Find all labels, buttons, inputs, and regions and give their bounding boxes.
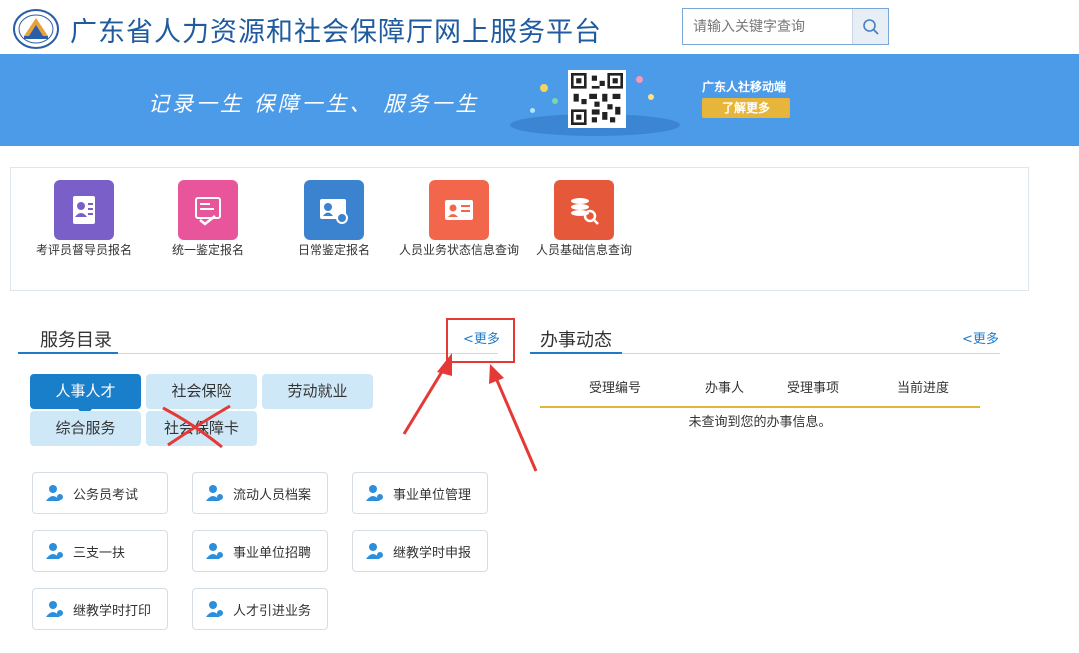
- learn-more-button[interactable]: 了解更多: [702, 98, 790, 118]
- service-label: 人才引进业务: [233, 603, 312, 619]
- person-icon: [366, 485, 383, 501]
- quick-service-label: 人员业务状态信息查询: [398, 243, 519, 257]
- banner-decoration: [530, 108, 535, 113]
- service-public-institution-recruitment[interactable]: 事业单位招聘: [192, 530, 328, 572]
- annotation-arrow: [489, 364, 538, 472]
- service-catalog-underline: [18, 352, 118, 354]
- search-button[interactable]: [852, 9, 888, 44]
- service-civil-servant-exam[interactable]: 公务员考试: [32, 472, 168, 514]
- quick-service-icon-bg: [429, 180, 489, 240]
- dynamics-underline: [530, 352, 622, 354]
- certificate-icon: [195, 197, 221, 226]
- service-continuing-education-hours-print[interactable]: 继教学时打印: [32, 588, 168, 630]
- service-label: 公务员考试: [73, 487, 139, 503]
- person-icon: [366, 543, 383, 559]
- person-icon: [206, 485, 223, 501]
- service-floating-personnel-files[interactable]: 流动人员档案: [192, 472, 328, 514]
- service-catalog-title: 服务目录: [40, 330, 112, 351]
- quick-service-label: 考评员督导员报名: [35, 243, 132, 257]
- service-label: 继教学时打印: [73, 603, 152, 619]
- banner-slogan: 记录一生 保障一生、 服务一生: [148, 92, 480, 116]
- quick-service-status-query[interactable]: 人员业务状态信息查询: [394, 180, 524, 258]
- banner-decoration: [540, 84, 548, 92]
- service-label: 流动人员档案: [233, 487, 312, 503]
- banner-decoration: [636, 76, 643, 83]
- service-talent-introduction[interactable]: 人才引进业务: [192, 588, 328, 630]
- quick-service-examiner-registration[interactable]: 考评员督导员报名: [19, 180, 149, 258]
- service-three-supports-one-aid[interactable]: 三支一扶: [32, 530, 168, 572]
- badge-icon: [320, 199, 348, 224]
- person-icon: [206, 543, 223, 559]
- person-icon: [206, 601, 223, 617]
- quick-service-label: 统一鉴定报名: [171, 243, 244, 257]
- person-icon: [46, 601, 63, 617]
- annotation-arrow: [402, 353, 452, 435]
- dynamics-title: 办事动态: [540, 330, 612, 351]
- column-header-matter: 受理事项: [787, 381, 840, 396]
- dynamics-more-link[interactable]: <更多: [962, 328, 999, 347]
- search-input[interactable]: [683, 9, 853, 44]
- quick-service-icon-bg: [54, 180, 114, 240]
- service-label: 事业单位招聘: [233, 545, 312, 561]
- tab-personnel-talent[interactable]: 人事人才: [30, 374, 141, 409]
- quick-service-icon-bg: [304, 180, 364, 240]
- tab-labor-employment[interactable]: 劳动就业: [262, 374, 373, 409]
- site-title: 广东省人力资源和社会保障厅网上服务平台: [70, 17, 602, 48]
- ministry-logo[interactable]: [12, 8, 60, 50]
- annotation-highlight-box: [446, 318, 515, 363]
- banner: 记录一生 保障一生、 服务一生 广东人社移动端 了解更多: [0, 54, 1079, 146]
- mobile-app-label: 广东人社移动端: [702, 80, 787, 94]
- column-header-applicant: 办事人: [705, 381, 745, 396]
- quick-service-daily-appraisal[interactable]: 日常鉴定报名: [269, 180, 399, 258]
- tab-social-insurance[interactable]: 社会保险: [146, 374, 257, 409]
- person-icon: [46, 485, 63, 501]
- quick-service-label: 人员基础信息查询: [535, 243, 632, 257]
- table-header-divider: [540, 406, 980, 408]
- quick-service-label: 日常鉴定报名: [297, 243, 370, 257]
- id-card-person-icon: [73, 196, 95, 224]
- search-icon: [862, 18, 879, 35]
- tab-social-security-card[interactable]: 社会保障卡: [146, 411, 257, 446]
- banner-decoration: [648, 94, 654, 100]
- quick-service-icon-bg: [178, 180, 238, 240]
- search-records-icon: [571, 198, 599, 225]
- quick-service-basic-info-query[interactable]: 人员基础信息查询: [519, 180, 649, 258]
- service-label: 事业单位管理: [393, 487, 472, 503]
- quick-services-panel: 考评员督导员报名 统一鉴定报名 日常鉴定报名 人员业务状态信息查询 人员基础信息…: [10, 167, 1029, 291]
- tab-comprehensive-services[interactable]: 综合服务: [30, 411, 141, 446]
- person-icon: [46, 543, 63, 559]
- quick-service-icon-bg: [554, 180, 614, 240]
- search-box: [682, 8, 889, 45]
- person-card-icon: [445, 200, 473, 220]
- service-continuing-education-hours-declaration[interactable]: 继教学时申报: [352, 530, 488, 572]
- column-header-progress: 当前进度: [897, 381, 950, 396]
- service-label: 三支一扶: [73, 545, 126, 561]
- column-header-acceptance-number: 受理编号: [589, 381, 642, 396]
- header: 广东省人力资源和社会保障厅网上服务平台: [0, 0, 1079, 54]
- empty-result-message: 未查询到您的办事信息。: [688, 415, 832, 430]
- service-public-institution-management[interactable]: 事业单位管理: [352, 472, 488, 514]
- qr-code-icon[interactable]: [568, 70, 626, 128]
- quick-service-unified-appraisal[interactable]: 统一鉴定报名: [143, 180, 273, 258]
- service-label: 继教学时申报: [393, 545, 472, 561]
- banner-decoration: [552, 98, 558, 104]
